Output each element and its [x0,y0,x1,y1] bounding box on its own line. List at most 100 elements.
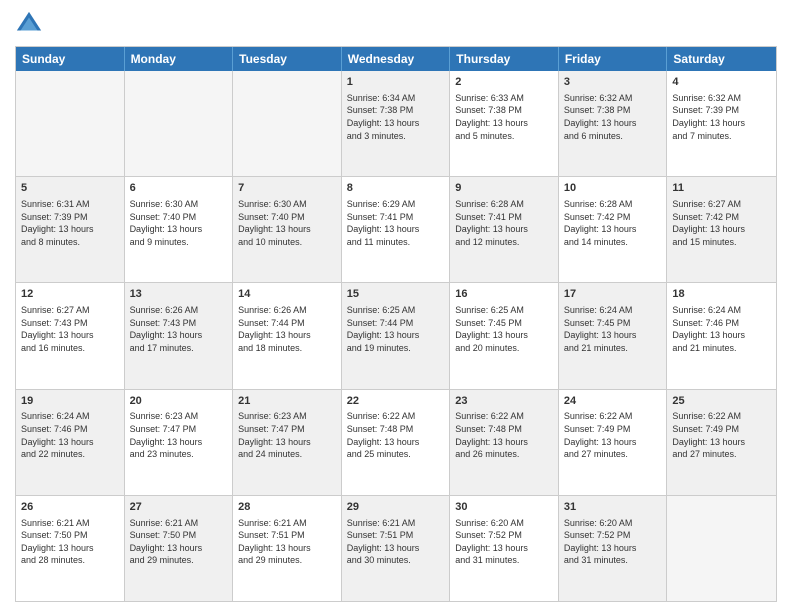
daylight-hours: Sunrise: 6:23 AM Sunset: 7:47 PM Dayligh… [238,410,336,460]
table-row: 18 Sunrise: 6:24 AM Sunset: 7:46 PM Dayli… [667,283,776,388]
table-row [16,71,125,176]
daylight-hours: Sunrise: 6:32 AM Sunset: 7:39 PM Dayligh… [672,92,771,142]
table-row: 28 Sunrise: 6:21 AM Sunset: 7:51 PM Dayli… [233,496,342,601]
day-number: 18 [672,287,771,302]
daylight-hours: Sunrise: 6:22 AM Sunset: 7:49 PM Dayligh… [672,410,771,460]
header-day-tuesday: Tuesday [233,47,342,71]
day-number: 12 [21,287,119,302]
table-row: 21Sunrise: 6:23 AM Sunset: 7:47 PM Dayli… [233,390,342,495]
calendar-week-1: 5Sunrise: 6:31 AM Sunset: 7:39 PM Daylig… [16,177,776,283]
daylight-hours: Sunrise: 6:30 AM Sunset: 7:40 PM Dayligh… [238,198,336,248]
daylight-hours: Sunrise: 6:28 AM Sunset: 7:42 PM Dayligh… [564,198,662,248]
table-row: 8 Sunrise: 6:29 AM Sunset: 7:41 PM Daylig… [342,177,451,282]
table-row: 25Sunrise: 6:22 AM Sunset: 7:49 PM Dayli… [667,390,776,495]
logo-icon [15,10,43,38]
daylight-hours: Sunrise: 6:22 AM Sunset: 7:49 PM Dayligh… [564,410,662,460]
daylight-hours: Sunrise: 6:34 AM Sunset: 7:38 PM Dayligh… [347,92,445,142]
header-day-monday: Monday [125,47,234,71]
table-row: 4 Sunrise: 6:32 AM Sunset: 7:39 PM Daylig… [667,71,776,176]
daylight-hours: Sunrise: 6:24 AM Sunset: 7:46 PM Dayligh… [672,304,771,354]
day-number: 4 [672,75,771,90]
calendar-week-4: 26Sunrise: 6:21 AM Sunset: 7:50 PM Dayli… [16,496,776,601]
table-row: 17Sunrise: 6:24 AM Sunset: 7:45 PM Dayli… [559,283,668,388]
table-row [125,71,234,176]
table-row: 26Sunrise: 6:21 AM Sunset: 7:50 PM Dayli… [16,496,125,601]
table-row: 3 Sunrise: 6:32 AM Sunset: 7:38 PM Daylig… [559,71,668,176]
day-number: 15 [347,287,445,302]
day-number: 22 [347,394,445,409]
daylight-hours: Sunrise: 6:25 AM Sunset: 7:44 PM Dayligh… [347,304,445,354]
daylight-hours: Sunrise: 6:27 AM Sunset: 7:43 PM Dayligh… [21,304,119,354]
daylight-hours: Sunrise: 6:29 AM Sunset: 7:41 PM Dayligh… [347,198,445,248]
logo [15,10,47,38]
header [15,10,777,38]
calendar: SundayMondayTuesdayWednesdayThursdayFrid… [15,46,777,602]
header-day-wednesday: Wednesday [342,47,451,71]
table-row: 14 Sunrise: 6:26 AM Sunset: 7:44 PM Dayli… [233,283,342,388]
day-number: 10 [564,181,662,196]
day-number: 29 [347,500,445,515]
daylight-hours: Sunrise: 6:21 AM Sunset: 7:51 PM Dayligh… [347,517,445,567]
daylight-hours: Sunrise: 6:32 AM Sunset: 7:38 PM Dayligh… [564,92,662,142]
day-number: 6 [130,181,228,196]
table-row: 19Sunrise: 6:24 AM Sunset: 7:46 PM Dayli… [16,390,125,495]
day-number: 2 [455,75,553,90]
day-number: 28 [238,500,336,515]
day-number: 3 [564,75,662,90]
daylight-hours: Sunrise: 6:23 AM Sunset: 7:47 PM Dayligh… [130,410,228,460]
daylight-hours: Sunrise: 6:30 AM Sunset: 7:40 PM Dayligh… [130,198,228,248]
calendar-header: SundayMondayTuesdayWednesdayThursdayFrid… [16,47,776,71]
day-number: 7 [238,181,336,196]
table-row: 1Sunrise: 6:34 AM Sunset: 7:38 PM Daylig… [342,71,451,176]
daylight-hours: Sunrise: 6:24 AM Sunset: 7:46 PM Dayligh… [21,410,119,460]
table-row: 20Sunrise: 6:23 AM Sunset: 7:47 PM Dayli… [125,390,234,495]
table-row: 2 Sunrise: 6:33 AM Sunset: 7:38 PM Daylig… [450,71,559,176]
daylight-hours: Sunrise: 6:33 AM Sunset: 7:38 PM Dayligh… [455,92,553,142]
daylight-hours: Sunrise: 6:20 AM Sunset: 7:52 PM Dayligh… [564,517,662,567]
daylight-hours: Sunrise: 6:25 AM Sunset: 7:45 PM Dayligh… [455,304,553,354]
page: SundayMondayTuesdayWednesdayThursdayFrid… [0,0,792,612]
header-day-sunday: Sunday [16,47,125,71]
day-number: 19 [21,394,119,409]
table-row: 15 Sunrise: 6:25 AM Sunset: 7:44 PM Dayli… [342,283,451,388]
daylight-hours: Sunrise: 6:27 AM Sunset: 7:42 PM Dayligh… [672,198,771,248]
table-row: 9 Sunrise: 6:28 AM Sunset: 7:41 PM Daylig… [450,177,559,282]
daylight-hours: Sunrise: 6:26 AM Sunset: 7:44 PM Dayligh… [238,304,336,354]
day-number: 25 [672,394,771,409]
calendar-week-0: 1Sunrise: 6:34 AM Sunset: 7:38 PM Daylig… [16,71,776,177]
day-number: 20 [130,394,228,409]
calendar-week-2: 12 Sunrise: 6:27 AM Sunset: 7:43 PM Dayli… [16,283,776,389]
daylight-hours: Sunrise: 6:21 AM Sunset: 7:51 PM Dayligh… [238,517,336,567]
table-row [233,71,342,176]
day-number: 11 [672,181,771,196]
daylight-hours: Sunrise: 6:28 AM Sunset: 7:41 PM Dayligh… [455,198,553,248]
table-row: 22Sunrise: 6:22 AM Sunset: 7:48 PM Dayli… [342,390,451,495]
day-number: 5 [21,181,119,196]
day-number: 21 [238,394,336,409]
day-number: 16 [455,287,553,302]
day-number: 14 [238,287,336,302]
table-row: 11 Sunrise: 6:27 AM Sunset: 7:42 PM Dayli… [667,177,776,282]
table-row: 30Sunrise: 6:20 AM Sunset: 7:52 PM Dayli… [450,496,559,601]
day-number: 8 [347,181,445,196]
table-row: 12 Sunrise: 6:27 AM Sunset: 7:43 PM Dayli… [16,283,125,388]
day-number: 17 [564,287,662,302]
day-number: 24 [564,394,662,409]
daylight-hours: Sunrise: 6:21 AM Sunset: 7:50 PM Dayligh… [21,517,119,567]
table-row: 23Sunrise: 6:22 AM Sunset: 7:48 PM Dayli… [450,390,559,495]
header-day-saturday: Saturday [667,47,776,71]
daylight-hours: Sunrise: 6:26 AM Sunset: 7:43 PM Dayligh… [130,304,228,354]
day-number: 13 [130,287,228,302]
day-number: 30 [455,500,553,515]
table-row: 27Sunrise: 6:21 AM Sunset: 7:50 PM Dayli… [125,496,234,601]
calendar-week-3: 19Sunrise: 6:24 AM Sunset: 7:46 PM Dayli… [16,390,776,496]
table-row: 29 Sunrise: 6:21 AM Sunset: 7:51 PM Dayli… [342,496,451,601]
day-number: 31 [564,500,662,515]
day-number: 23 [455,394,553,409]
daylight-hours: Sunrise: 6:22 AM Sunset: 7:48 PM Dayligh… [347,410,445,460]
table-row: 7 Sunrise: 6:30 AM Sunset: 7:40 PM Daylig… [233,177,342,282]
daylight-hours: Sunrise: 6:22 AM Sunset: 7:48 PM Dayligh… [455,410,553,460]
table-row: 24Sunrise: 6:22 AM Sunset: 7:49 PM Dayli… [559,390,668,495]
calendar-body: 1Sunrise: 6:34 AM Sunset: 7:38 PM Daylig… [16,71,776,601]
day-number: 9 [455,181,553,196]
